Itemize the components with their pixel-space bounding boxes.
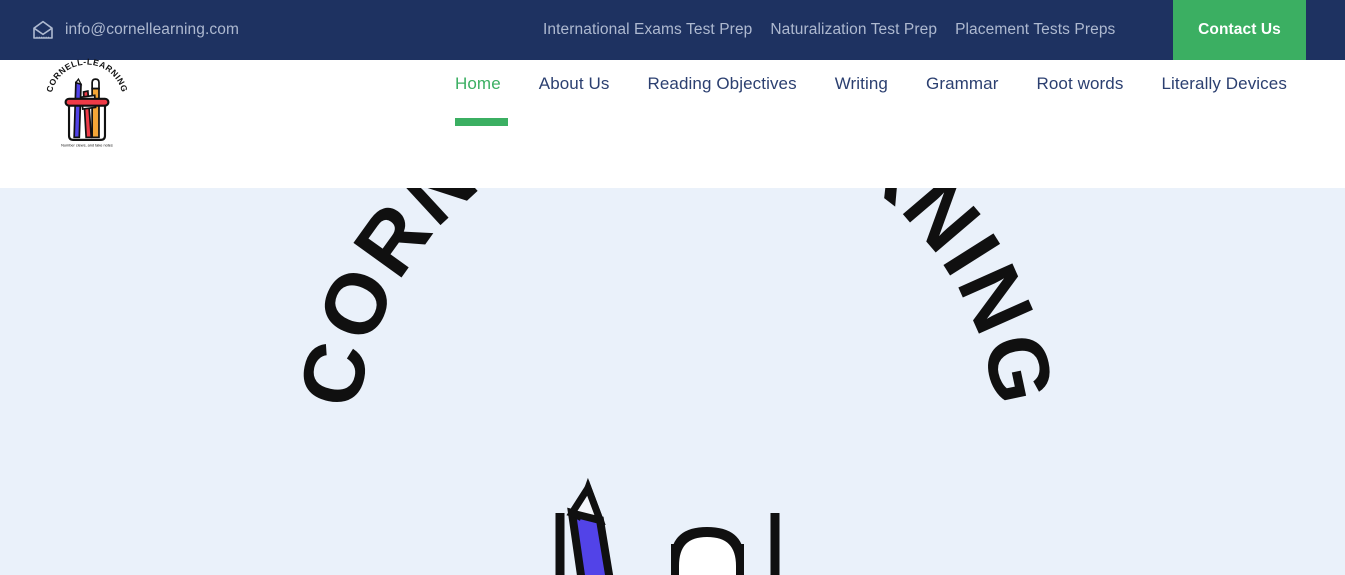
nav-label-home: Home bbox=[455, 74, 501, 93]
nav-label-writing: Writing bbox=[834, 74, 888, 93]
topbar-link-international-exams-test-prep[interactable]: International Exams Test Prep bbox=[543, 21, 752, 39]
topbar-link-placement-tests-preps[interactable]: Placement Tests Preps bbox=[955, 21, 1115, 39]
top-utility-bar: info@cornellearning.com International Ex… bbox=[0, 0, 1345, 60]
nav-item-root-words[interactable]: Root words bbox=[1036, 60, 1123, 188]
email-contact[interactable]: info@cornellearning.com bbox=[32, 20, 239, 40]
nav-label-about-us: About Us bbox=[538, 74, 610, 93]
nav-item-literally-devices[interactable]: Literally Devices bbox=[1161, 60, 1286, 188]
nav-item-reading-objectives[interactable]: Reading Objectives bbox=[647, 60, 796, 188]
nav-item-grammar[interactable]: Grammar bbox=[926, 60, 998, 188]
nav-item-home[interactable]: Home bbox=[455, 60, 508, 188]
envelope-icon bbox=[33, 20, 53, 39]
active-nav-underline bbox=[455, 118, 508, 126]
nav-label-literally-devices: Literally Devices bbox=[1161, 74, 1287, 93]
nav-label-grammar: Grammar bbox=[926, 74, 999, 93]
topbar-link-naturalization-test-prep[interactable]: Naturalization Test Prep bbox=[770, 21, 937, 39]
top-utility-links: International Exams Test Prep Naturaliza… bbox=[543, 0, 1115, 60]
cornell-learning-logo[interactable]: CORNELL-LEARNING Number clews, and take … bbox=[44, 56, 130, 148]
nav-label-reading-objectives: Reading Objectives bbox=[647, 74, 797, 93]
main-navigation: Home About Us Reading Objectives Writing… bbox=[455, 60, 1287, 188]
site-header: CORNELL-LEARNING Number clews, and take … bbox=[0, 57, 1345, 188]
hero-artwork: CORNELL-LEARNING bbox=[281, 188, 1072, 575]
email-address-text: info@cornellearning.com bbox=[65, 21, 239, 38]
svg-text:CORNELL-LEARNING: CORNELL-LEARNING bbox=[44, 57, 130, 94]
hero-arc-wordmark: CORNELL-LEARNING bbox=[281, 188, 1072, 414]
contact-us-button[interactable]: Contact Us bbox=[1173, 0, 1306, 60]
nav-item-writing[interactable]: Writing bbox=[835, 60, 888, 188]
nav-item-about-us[interactable]: About Us bbox=[539, 60, 610, 188]
hero-section: CORNELL-LEARNING bbox=[0, 188, 1345, 575]
svg-text:Number clews, and take notes: Number clews, and take notes bbox=[61, 144, 113, 148]
nav-label-root-words: Root words bbox=[1036, 74, 1124, 93]
pencil-cup-illustration bbox=[555, 477, 780, 575]
